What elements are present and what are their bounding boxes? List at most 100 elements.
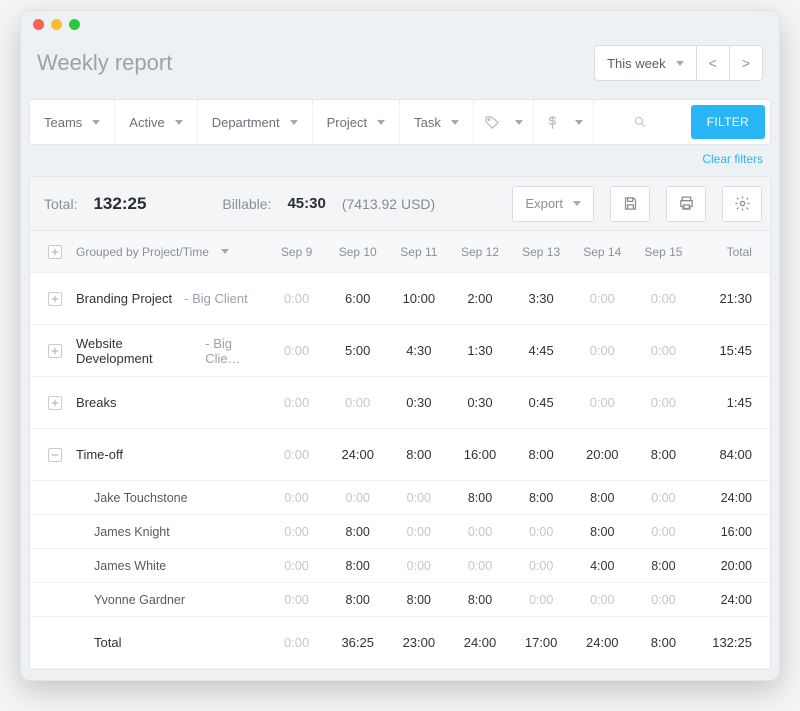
day-cell: 24:00	[327, 447, 388, 462]
date-prev-button[interactable]: <	[697, 45, 730, 81]
chevron-down-icon	[290, 120, 298, 125]
column-day: Sep 12	[449, 245, 510, 259]
day-cell: 4:00	[572, 559, 633, 573]
panel-summary: Total: 132:25 Billable: 45:30 (7413.92 U…	[30, 177, 770, 231]
row-total: 84:00	[694, 447, 756, 462]
day-cell: 0:00	[572, 395, 633, 410]
date-range-dropdown[interactable]: This week	[594, 45, 697, 81]
row-total: 24:00	[694, 593, 756, 607]
day-cell: 16:00	[449, 447, 510, 462]
date-range-label: This week	[607, 56, 666, 71]
day-cell: 0:00	[327, 395, 388, 410]
save-button[interactable]	[610, 186, 650, 222]
row-total: 16:00	[694, 525, 756, 539]
day-cell: 0:00	[572, 291, 633, 306]
date-next-button[interactable]: >	[730, 45, 763, 81]
chevron-down-icon	[175, 120, 183, 125]
expand-all-toggle[interactable]	[48, 245, 62, 259]
filter-tag[interactable]	[474, 100, 534, 144]
day-cell: 8:00	[449, 491, 510, 505]
column-day: Sep 9	[266, 245, 327, 259]
day-cell: 8:00	[511, 491, 572, 505]
export-button[interactable]: Export	[512, 186, 594, 222]
day-cell: 0:30	[449, 395, 510, 410]
row-total: 1:45	[694, 395, 756, 410]
filter-bar: Teams Active Department Project Task FIL…	[29, 99, 771, 145]
clear-filters-link[interactable]: Clear filters	[702, 152, 763, 166]
filter-active[interactable]: Active	[115, 100, 197, 144]
minimize-icon[interactable]	[51, 19, 62, 30]
day-cell: 6:00	[327, 291, 388, 306]
day-cell: 0:00	[511, 593, 572, 607]
day-cell: 0:00	[633, 491, 694, 505]
table-row-user: James White0:008:000:000:000:004:008:002…	[30, 549, 770, 583]
chevron-down-icon	[92, 120, 100, 125]
print-button[interactable]	[666, 186, 706, 222]
day-cell: 0:00	[449, 559, 510, 573]
day-cell: 0:00	[266, 491, 327, 505]
total-value: 132:25	[93, 194, 146, 214]
column-group[interactable]: Grouped by Project/Time	[66, 245, 266, 259]
expand-toggle[interactable]	[48, 396, 62, 410]
row-name: Branding Project - Big Client	[66, 291, 266, 306]
row-name: Time-off	[66, 447, 266, 462]
day-cell: 8:00	[633, 635, 694, 650]
settings-button[interactable]	[722, 186, 762, 222]
row-name: Website Development - Big Clie…	[66, 336, 266, 366]
column-day: Sep 13	[511, 245, 572, 259]
search-icon	[633, 115, 647, 129]
table-row-total: Total0:0036:2523:0024:0017:0024:008:0013…	[30, 617, 770, 669]
table-row-user: Yvonne Gardner0:008:008:008:000:000:000:…	[30, 583, 770, 617]
row-total: 132:25	[694, 635, 756, 650]
day-cell: 4:45	[511, 343, 572, 358]
total-label: Total:	[44, 196, 77, 212]
table-row-user: James Knight0:008:000:000:000:008:000:00…	[30, 515, 770, 549]
day-cell: 0:00	[266, 559, 327, 573]
day-cell: 0:00	[633, 593, 694, 607]
day-cell: 24:00	[572, 635, 633, 650]
row-name: Jake Touchstone	[66, 491, 266, 505]
row-total: 15:45	[694, 343, 756, 358]
row-name: James Knight	[66, 525, 266, 539]
chevron-down-icon	[676, 61, 684, 66]
column-day: Sep 11	[388, 245, 449, 259]
filter-task[interactable]: Task	[400, 100, 474, 144]
filter-project[interactable]: Project	[313, 100, 400, 144]
day-cell: 36:25	[327, 635, 388, 650]
expand-toggle[interactable]	[48, 344, 62, 358]
day-cell: 0:00	[266, 635, 327, 650]
day-cell: 8:00	[388, 593, 449, 607]
day-cell: 8:00	[327, 525, 388, 539]
table-row-project: Breaks0:000:000:300:300:450:000:001:45	[30, 377, 770, 429]
day-cell: 3:30	[511, 291, 572, 306]
filter-search[interactable]	[594, 100, 686, 144]
day-cell: 8:00	[511, 447, 572, 462]
filter-billable[interactable]	[534, 100, 594, 144]
collapse-toggle[interactable]	[48, 448, 62, 462]
day-cell: 4:30	[388, 343, 449, 358]
day-cell: 0:00	[266, 291, 327, 306]
chevron-down-icon	[515, 120, 523, 125]
table-row-project: Time-off0:0024:008:0016:008:0020:008:008…	[30, 429, 770, 481]
filter-teams[interactable]: Teams	[30, 100, 115, 144]
close-icon[interactable]	[33, 19, 44, 30]
expand-toggle[interactable]	[48, 292, 62, 306]
filter-department[interactable]: Department	[198, 100, 313, 144]
titlebar	[21, 11, 779, 37]
day-cell: 0:00	[266, 343, 327, 358]
table-row-user: Jake Touchstone0:000:000:008:008:008:000…	[30, 481, 770, 515]
day-cell: 5:00	[327, 343, 388, 358]
column-day: Sep 10	[327, 245, 388, 259]
day-cell: 0:00	[266, 395, 327, 410]
day-cell: 0:00	[511, 559, 572, 573]
day-cell: 0:00	[388, 559, 449, 573]
filter-button[interactable]: FILTER	[691, 105, 765, 139]
table-row-project: Website Development - Big Clie…0:005:004…	[30, 325, 770, 377]
day-cell: 0:00	[449, 525, 510, 539]
maximize-icon[interactable]	[69, 19, 80, 30]
day-cell: 0:00	[388, 525, 449, 539]
report-panel: Total: 132:25 Billable: 45:30 (7413.92 U…	[29, 176, 771, 670]
day-cell: 0:30	[388, 395, 449, 410]
day-cell: 1:30	[449, 343, 510, 358]
table-body: Branding Project - Big Client0:006:0010:…	[30, 273, 770, 669]
